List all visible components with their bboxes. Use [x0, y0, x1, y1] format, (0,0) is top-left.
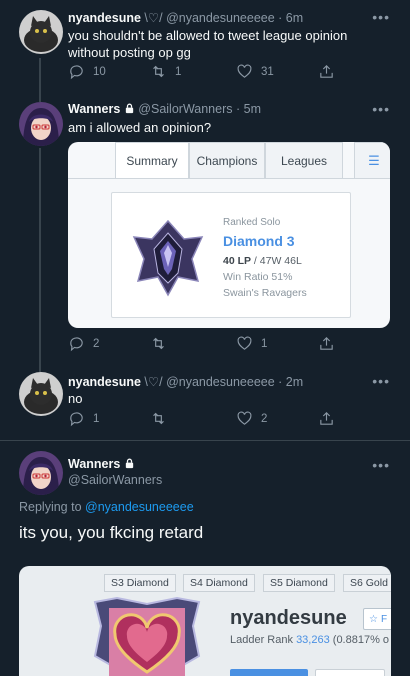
list-icon: ☰ [368, 152, 380, 168]
reply-icon [70, 337, 83, 352]
renew-button[interactable] [230, 669, 308, 676]
name-decoration: \♡/ [144, 375, 163, 389]
opgg-profile-card[interactable]: S3 Diamond S4 Diamond S5 Diamond S6 Gold… [19, 566, 391, 676]
like-count: 31 [261, 65, 274, 78]
star-icon: ☆ [369, 613, 378, 625]
timestamp[interactable]: · 5m [236, 102, 261, 116]
retweet-icon [153, 337, 164, 350]
more-icon[interactable]: ••• [372, 457, 390, 473]
tab-summary[interactable]: Summary [115, 142, 189, 179]
like-button[interactable]: 31 [236, 63, 274, 80]
reply-count: 10 [93, 65, 106, 78]
reply-button[interactable]: 1 [68, 410, 99, 427]
tweet-actions: 2 1 [68, 335, 338, 355]
share-button[interactable] [318, 63, 335, 80]
reply-button[interactable]: 10 [68, 63, 106, 80]
like-button[interactable]: 2 [236, 410, 267, 427]
like-count: 1 [261, 337, 268, 350]
heart-icon [237, 411, 252, 425]
ladder-rank-value[interactable]: 33,263 [296, 634, 330, 646]
display-name[interactable]: nyandesune [68, 11, 141, 25]
reply-count: 1 [93, 412, 100, 425]
tab-champions[interactable]: Champions [189, 142, 265, 179]
lp-record: 40 LP / 47W 46L [223, 255, 302, 267]
display-name[interactable]: Wanners [68, 457, 120, 471]
share-icon [320, 412, 333, 425]
reply-button[interactable]: 2 [68, 335, 99, 352]
tweet-header: Wanners @SailorWanners · 5m [68, 102, 261, 117]
more-icon[interactable]: ••• [372, 101, 390, 117]
retweet-button[interactable]: 1 [150, 63, 181, 80]
season-badge: S4 Diamond [183, 574, 255, 592]
lp-value: 40 LP [223, 255, 252, 267]
handle[interactable]: @SailorWanners [68, 473, 162, 487]
tweet-text: its you, you fkcing retard [19, 523, 204, 542]
tab-leagues[interactable]: Leagues [265, 142, 343, 179]
reply-target-link[interactable]: @nyandesuneeeee [85, 500, 194, 514]
retweet-button[interactable] [150, 335, 175, 352]
more-icon[interactable]: ••• [372, 9, 390, 25]
like-count: 2 [261, 412, 268, 425]
retweet-count: 1 [175, 65, 182, 78]
tweet-text: no [68, 391, 83, 406]
win-loss: / 47W 46L [251, 255, 302, 267]
avatar[interactable] [19, 102, 63, 146]
avatar[interactable] [19, 10, 63, 54]
handle[interactable]: @nyandesuneeeee [166, 11, 275, 25]
summoner-name: nyandesune [230, 607, 347, 629]
retweet-icon [153, 65, 164, 78]
heart-icon [237, 64, 252, 78]
thread-connector [39, 58, 41, 102]
tweet-actions: 1 2 [68, 410, 338, 430]
retweet-button[interactable] [150, 410, 175, 427]
reply-count: 2 [93, 337, 100, 350]
heart-icon [237, 336, 252, 350]
replying-to: Replying to @nyandesuneeeee [19, 500, 194, 514]
tab-more[interactable]: ☰ [354, 142, 390, 179]
win-ratio: Win Ratio 51% [223, 271, 293, 283]
handle[interactable]: @nyandesuneeeee [166, 375, 275, 389]
divider [0, 440, 410, 441]
handle[interactable]: @SailorWanners [138, 102, 232, 116]
share-button[interactable] [318, 335, 335, 352]
season-badge: S5 Diamond [263, 574, 335, 592]
lock-icon [124, 103, 135, 117]
opgg-ranked-card[interactable]: Summary Champions Leagues ☰ Ranked Solo … [68, 142, 390, 328]
profile-icon [87, 596, 207, 676]
ladder-rank: Ladder Rank 33,263 (0.8817% o [230, 634, 390, 646]
league-name: Swain's Ravagers [223, 287, 307, 299]
author-name-row: Wanners [68, 457, 135, 472]
reply-icon [70, 412, 83, 427]
timestamp[interactable]: · 2m [278, 375, 303, 389]
season-badge: S3 Diamond [104, 574, 176, 592]
name-decoration: \♡/ [144, 11, 163, 25]
share-icon [320, 337, 333, 350]
tier-label: Diamond 3 [223, 233, 295, 249]
tweet-actions: 10 1 31 [68, 63, 338, 83]
display-name[interactable]: Wanners [68, 102, 120, 116]
season-badge: S6 Gold [343, 574, 391, 592]
like-button[interactable]: 1 [236, 335, 267, 352]
tweet-text: am i allowed an opinion? [68, 120, 212, 135]
tab-divider [68, 178, 390, 179]
ranked-box: Ranked Solo Diamond 3 40 LP / 47W 46L Wi… [111, 192, 351, 318]
timestamp[interactable]: · 6m [278, 11, 303, 25]
tweet-text: you shouldn't be allowed to tweet league… [68, 28, 348, 60]
favorite-button[interactable]: ☆ F [363, 608, 391, 630]
share-icon [320, 65, 333, 78]
secondary-button[interactable] [315, 669, 385, 676]
reply-icon [70, 65, 83, 80]
avatar[interactable] [19, 451, 63, 495]
tweet-header: nyandesune \♡/ @nyandesuneeeee · 2m [68, 374, 303, 389]
tweet-header: nyandesune \♡/ @nyandesuneeeee · 6m [68, 10, 303, 25]
lock-icon [124, 458, 135, 472]
thread-connector [39, 148, 41, 372]
queue-label: Ranked Solo [223, 217, 281, 228]
share-button[interactable] [318, 410, 335, 427]
display-name[interactable]: nyandesune [68, 375, 141, 389]
avatar[interactable] [19, 372, 63, 416]
diamond-emblem-icon [132, 219, 204, 302]
retweet-icon [153, 412, 164, 425]
more-icon[interactable]: ••• [372, 373, 390, 389]
